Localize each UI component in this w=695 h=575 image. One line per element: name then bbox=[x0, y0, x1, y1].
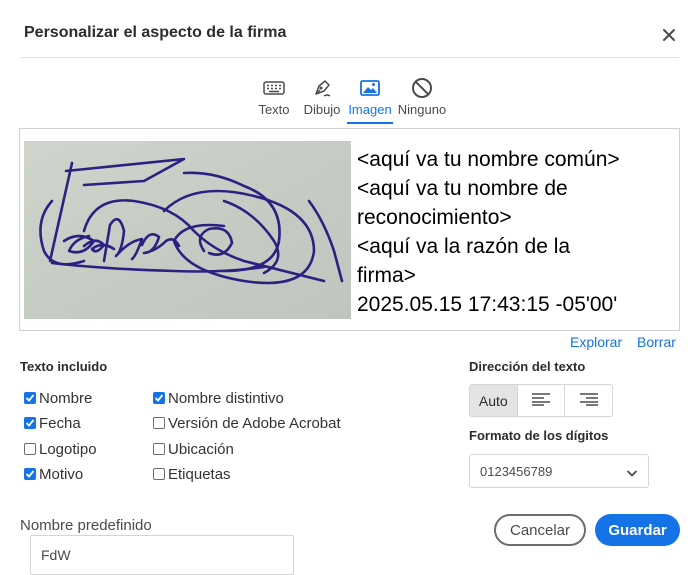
checkbox-unchecked-icon bbox=[24, 443, 36, 455]
title-divider bbox=[21, 57, 679, 58]
preview-text: <aquí va tu nombre común> <aquí va tu no… bbox=[357, 145, 679, 319]
tab-label: Dibujo bbox=[303, 102, 341, 117]
checkbox-motivo[interactable]: Motivo bbox=[24, 465, 83, 483]
checkbox-logotipo[interactable]: Logotipo bbox=[24, 440, 97, 458]
signature-image bbox=[24, 141, 351, 319]
checkbox-etiquetas[interactable]: Etiquetas bbox=[153, 465, 231, 483]
tab-label: Imagen bbox=[348, 102, 392, 117]
checkbox-label: Fecha bbox=[39, 414, 81, 432]
tab-dibujo[interactable]: Dibujo bbox=[300, 76, 344, 122]
align-left-icon bbox=[531, 392, 551, 409]
tab-label: Texto bbox=[258, 102, 290, 117]
predefined-name-label: Nombre predefinido bbox=[20, 517, 152, 534]
checkbox-ubicacion[interactable]: Ubicación bbox=[153, 440, 234, 458]
checkbox-label: Nombre distintivo bbox=[168, 389, 284, 407]
digit-format-select[interactable]: 0123456789 bbox=[469, 454, 649, 488]
none-icon bbox=[396, 76, 448, 100]
preview-line-reason-1: <aquí va la razón de la bbox=[357, 235, 571, 258]
tab-label: Ninguno bbox=[397, 102, 447, 117]
preview-line-dn-1: <aquí va tu nombre de bbox=[357, 177, 568, 200]
checkbox-checked-icon bbox=[24, 417, 36, 429]
checkbox-unchecked-icon bbox=[153, 468, 165, 480]
tab-ninguno[interactable]: Ninguno bbox=[396, 76, 448, 122]
checkbox-unchecked-icon bbox=[153, 443, 165, 455]
pen-icon bbox=[300, 76, 344, 100]
active-tab-indicator bbox=[347, 122, 393, 124]
checkbox-nombre[interactable]: Nombre bbox=[24, 389, 92, 407]
checkbox-checked-icon bbox=[153, 392, 165, 404]
checkbox-label: Nombre bbox=[39, 389, 93, 407]
clear-link[interactable]: Borrar bbox=[637, 334, 676, 350]
preview-line-common-name: <aquí va tu nombre común> bbox=[357, 148, 620, 171]
checkbox-fecha[interactable]: Fecha bbox=[24, 414, 81, 432]
text-direction-segmented: Auto bbox=[469, 384, 613, 417]
checkbox-label: Motivo bbox=[39, 465, 84, 483]
checkbox-unchecked-icon bbox=[153, 417, 165, 429]
checkbox-nombre-distintivo[interactable]: Nombre distintivo bbox=[153, 389, 284, 407]
keyboard-icon bbox=[256, 76, 292, 100]
checkbox-checked-icon bbox=[24, 392, 36, 404]
browse-link[interactable]: Explorar bbox=[570, 334, 622, 350]
direction-left-button[interactable] bbox=[518, 385, 566, 416]
image-icon bbox=[347, 76, 393, 100]
preview-line-reason-2: firma> bbox=[357, 264, 416, 287]
cancel-button[interactable]: Cancelar bbox=[494, 514, 586, 546]
tab-texto[interactable]: Texto bbox=[256, 76, 292, 122]
included-text-title: Texto incluido bbox=[20, 359, 108, 374]
digit-format-title: Formato de los dígitos bbox=[469, 428, 609, 443]
checkbox-label: Logotipo bbox=[39, 440, 97, 458]
digit-format-value: 0123456789 bbox=[480, 463, 553, 479]
checkbox-checked-icon bbox=[24, 468, 36, 480]
align-right-icon bbox=[579, 392, 599, 409]
direction-auto-button[interactable]: Auto bbox=[470, 385, 518, 416]
tab-imagen[interactable]: Imagen bbox=[347, 76, 393, 124]
chevron-down-icon bbox=[626, 466, 638, 481]
predefined-name-input[interactable] bbox=[30, 535, 294, 575]
checkbox-label: Ubicación bbox=[168, 440, 234, 458]
checkbox-label: Versión de Adobe Acrobat bbox=[168, 414, 341, 432]
direction-right-button[interactable] bbox=[565, 385, 612, 416]
text-direction-title: Dirección del texto bbox=[469, 359, 586, 374]
signature-preview: <aquí va tu nombre común> <aquí va tu no… bbox=[19, 128, 680, 331]
checkbox-version-acrobat[interactable]: Versión de Adobe Acrobat bbox=[153, 414, 341, 432]
preview-line-dn-2: reconocimiento> bbox=[357, 206, 512, 229]
save-button[interactable]: Guardar bbox=[595, 514, 680, 546]
close-icon[interactable] bbox=[661, 27, 677, 43]
preview-line-date: 2025.05.15 17:43:15 -05'00' bbox=[357, 293, 618, 316]
dialog-title: Personalizar el aspecto de la firma bbox=[24, 24, 287, 41]
checkbox-label: Etiquetas bbox=[168, 465, 231, 483]
